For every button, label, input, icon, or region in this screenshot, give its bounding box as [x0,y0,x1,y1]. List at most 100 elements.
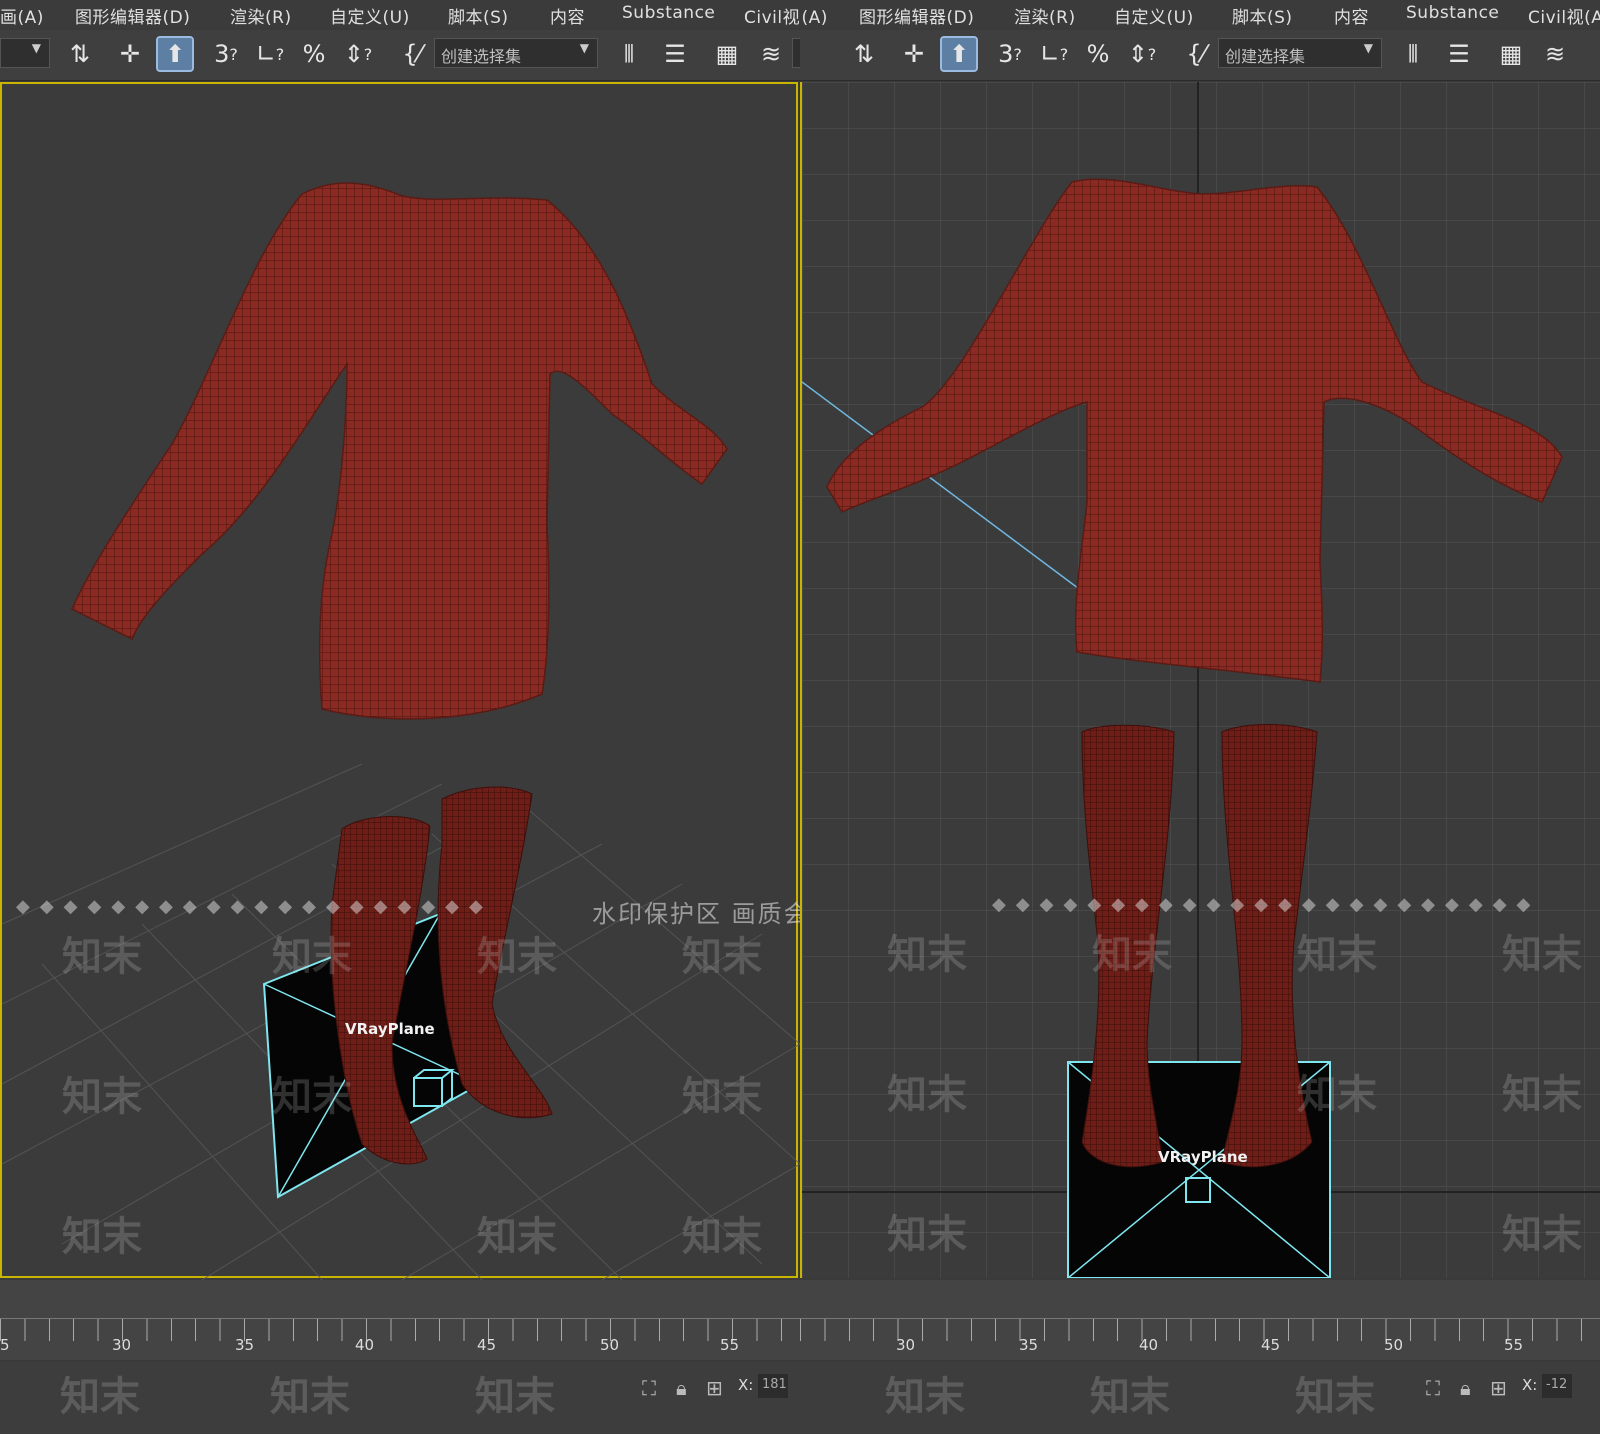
menu-graph-editors[interactable]: 图形编辑器(D) [75,3,190,28]
menu-graph-editors[interactable]: 图形编辑器(D) [859,3,974,28]
watermark-mark: 知末 [1090,1374,1170,1420]
select-object-icon[interactable]: ⬆ [156,36,194,72]
spinner-snap-icon[interactable]: ⇕? [340,36,376,72]
select-object-icon[interactable]: ⬆ [940,36,978,72]
menu-civil-view[interactable]: Civil视(A) [1528,3,1600,28]
x-coordinate-field[interactable]: 181 [758,1374,788,1398]
menu-bar: 画(A) 图形编辑器(D) 渲染(R) 自定义(U) 脚本(S) 内容 Subs… [0,0,800,28]
isolate-selection-icon[interactable]: ⛶ [1426,1376,1440,1400]
snap-3d-icon[interactable]: 3? [992,36,1028,72]
timeline-tick-label: 35 [1019,1336,1039,1354]
edit-named-selection-icon[interactable]: {⁄ [1178,36,1214,72]
main-toolbar: ▼ ⇅ ✛ ⬆ 3? ∟? % ⇕? {⁄ 创建选择集 ▼ ⫴ ☰ ▦ ≋ ▼ [0,30,800,81]
x-coordinate-label: X: [738,1376,754,1394]
percent-snap-icon[interactable]: % [1080,36,1116,72]
mirror-icon[interactable]: ⫴ [1394,36,1432,72]
watermark-mark: 知末 [1297,932,1377,978]
isolate-selection-icon[interactable]: ⛶ [642,1376,656,1400]
layer-dropdown[interactable]: ▼ [0,38,50,68]
perspective-viewport[interactable]: VRayPlane ◆◆◆◆◆◆◆◆◆◆◆◆◆◆◆◆◆◆◆◆ 水印保护区 画质会… [0,82,800,1280]
edit-named-selection-icon[interactable]: {⁄ [394,36,430,72]
menu-scripting[interactable]: 脚本(S) [448,3,509,28]
layer-explorer-icon[interactable]: ▦ [1492,36,1530,72]
absolute-mode-icon[interactable]: ⊞ [706,1376,723,1400]
menu-substance[interactable]: Substance [622,3,715,23]
align-icon[interactable]: ☰ [656,36,694,72]
left-screen: 画(A) 图形编辑器(D) 渲染(R) 自定义(U) 脚本(S) 内容 Subs… [0,0,800,1434]
snap-3d-icon[interactable]: 3? [208,36,244,72]
menu-rendering[interactable]: 渲染(R) [1014,3,1076,28]
x-coordinate-label: X: [1522,1376,1538,1394]
menu-content[interactable]: 内容 [550,3,585,28]
toolbar-dropdown[interactable]: ▼ [792,38,800,68]
status-bar: 知末 知末 知末 ⛶ 🔒︎ ⊞ X: 181 [0,1362,800,1434]
select-link-icon[interactable]: ⇅ [844,36,884,72]
timeline-tick-label: 45 [1261,1336,1281,1354]
menu-civil-view[interactable]: Civil视(A) [744,3,800,28]
named-selection-dropdown[interactable]: 创建选择集 ▼ [1218,38,1382,68]
named-selection-dropdown[interactable]: 创建选择集 ▼ [434,38,598,68]
watermark-mark: 知末 [1502,932,1582,978]
watermark-mark: 知末 [62,1074,142,1120]
watermark-mark: 知末 [62,934,142,980]
timeline-tick-label: 5 [0,1336,10,1354]
watermark-mark: 知末 [272,1074,352,1120]
status-bar: 知末 知末 知末 ⛶ 🔒︎ ⊞ X: -12 [800,1362,1600,1434]
angle-snap-icon[interactable]: ∟? [1036,36,1072,72]
absolute-mode-icon[interactable]: ⊞ [1490,1376,1507,1400]
watermark-mark: 知末 [887,1212,967,1258]
menu-customize[interactable]: 自定义(U) [1114,3,1194,28]
angle-snap-icon[interactable]: ∟? [252,36,288,72]
watermark-mark: 知末 [477,934,557,980]
timeline-tick-label: 45 [477,1336,497,1354]
timeline-ruler[interactable]: 5 30 35 40 45 50 55 [800,1280,1600,1360]
move-icon[interactable]: ✛ [896,36,932,72]
watermark-mark: 知末 [1092,932,1172,978]
chevron-down-icon: ▼ [579,41,589,55]
front-viewport[interactable]: VRayPlane ◆◆◆◆◆◆◆◆◆◆◆◆◆◆◆◆◆◆◆◆◆◆◆ 知末 知末 … [800,82,1600,1278]
timeline-ruler[interactable]: 5 30 35 40 45 50 55 [0,1280,800,1360]
timeline-tick-label: 30 [896,1336,916,1354]
layer-explorer-icon[interactable]: ▦ [708,36,746,72]
watermark-mark: 知末 [270,1374,350,1420]
menu-animation[interactable]: 画(A) [0,3,44,28]
lock-icon[interactable]: 🔒︎ [1460,1376,1471,1400]
timeline-tick-label: 30 [112,1336,132,1354]
timeline-ticks [800,1318,1600,1341]
mirror-icon[interactable]: ⫴ [610,36,648,72]
vrayplane-label: VRayPlane [1158,1148,1248,1166]
menu-content[interactable]: 内容 [1334,3,1369,28]
watermark-mark: 知末 [477,1214,557,1260]
select-link-icon[interactable]: ⇅ [60,36,100,72]
timeline-tick-label: 35 [235,1336,255,1354]
timeline-tick-label: 50 [600,1336,620,1354]
watermark-mark: 知末 [682,1214,762,1260]
timeline-tick-label: 40 [1139,1336,1159,1354]
chevron-down-icon: ▼ [31,41,41,55]
menu-scripting[interactable]: 脚本(S) [1232,3,1293,28]
layers-icon[interactable]: ≋ [752,36,790,72]
timeline-tick-label: 40 [355,1336,375,1354]
chevron-down-icon: ▼ [1363,41,1373,55]
watermark-diamonds-left: ◆◆◆◆◆◆◆◆◆◆◆◆◆◆◆◆◆◆◆◆ [16,896,493,917]
watermark-mark: 知末 [682,934,762,980]
watermark-mark: 知末 [1297,1072,1377,1118]
menu-substance[interactable]: Substance [1406,3,1499,23]
move-icon[interactable]: ✛ [112,36,148,72]
layers-icon[interactable]: ≋ [1536,36,1574,72]
main-toolbar: ⇅ ✛ ⬆ 3? ∟? % ⇕? {⁄ 创建选择集 ▼ ⫴ ☰ ▦ ≋ [800,30,1600,81]
spinner-snap-icon[interactable]: ⇕? [1124,36,1160,72]
watermark-mark: 知末 [1502,1212,1582,1258]
timeline-tick-label: 50 [1384,1336,1404,1354]
align-icon[interactable]: ☰ [1440,36,1478,72]
lock-icon[interactable]: 🔒︎ [676,1376,687,1400]
watermark-mark: 知末 [1295,1374,1375,1420]
menu-animation[interactable]: 画(A) [800,3,828,28]
percent-snap-icon[interactable]: % [296,36,332,72]
watermark-mark: 知末 [887,1072,967,1118]
menu-rendering[interactable]: 渲染(R) [230,3,292,28]
vrayplane-label: VRayPlane [345,1020,435,1038]
x-coordinate-field[interactable]: -12 [1542,1374,1572,1398]
timeline-tick-label: 55 [720,1336,740,1354]
menu-customize[interactable]: 自定义(U) [330,3,410,28]
